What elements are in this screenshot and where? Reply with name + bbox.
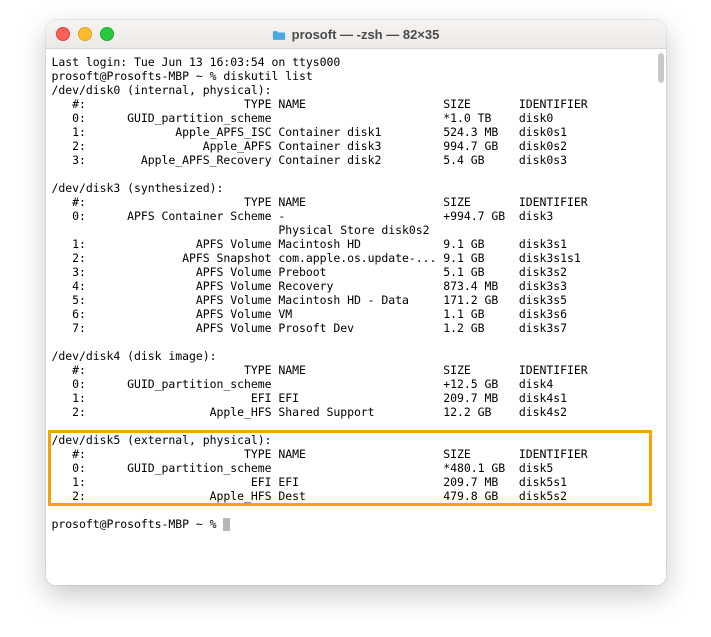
terminal-line: /dev/disk3 (synthesized): [52, 181, 224, 195]
terminal-line: Last login: Tue Jun 13 16:03:54 on ttys0… [52, 55, 341, 69]
terminal-line: 2: APFS Snapshot com.apple.os.update-...… [52, 251, 581, 265]
terminal-line: 6: APFS Volume VM 1.1 GB disk3s6 [52, 307, 568, 321]
terminal-line: /dev/disk0 (internal, physical): [52, 83, 272, 97]
terminal-line: /dev/disk5 (external, physical): [52, 433, 272, 447]
zoom-icon[interactable] [100, 27, 114, 41]
terminal-line: 0: GUID_partition_scheme *1.0 TB disk0 [52, 111, 554, 125]
terminal-line: 3: APFS Volume Preboot 5.1 GB disk3s2 [52, 265, 568, 279]
terminal-output: Last login: Tue Jun 13 16:03:54 on ttys0… [52, 55, 660, 531]
terminal-line: #: TYPE NAME SIZE IDENTIFIER [52, 447, 588, 461]
terminal-line: 5: APFS Volume Macintosh HD - Data 171.2… [52, 293, 568, 307]
terminal-line: #: TYPE NAME SIZE IDENTIFIER [52, 363, 588, 377]
close-icon[interactable] [56, 27, 70, 41]
cursor-icon [223, 518, 230, 531]
scrollbar[interactable] [658, 53, 664, 83]
terminal-line: 0: GUID_partition_scheme +12.5 GB disk4 [52, 377, 554, 391]
terminal-line: 2: Apple_APFS Container disk3 994.7 GB d… [52, 139, 568, 153]
terminal-line: #: TYPE NAME SIZE IDENTIFIER [52, 195, 588, 209]
terminal-line: 0: GUID_partition_scheme *480.1 GB disk5 [52, 461, 554, 475]
terminal-line: 0: APFS Container Scheme - +994.7 GB dis… [52, 209, 554, 223]
terminal-line: 3: Apple_APFS_Recovery Container disk2 5… [52, 153, 568, 167]
terminal-line: prosoft@Prosofts-MBP ~ % diskutil list [52, 69, 313, 83]
terminal-line: 1: APFS Volume Macintosh HD 9.1 GB disk3… [52, 237, 568, 251]
terminal-line: 2: Apple_HFS Shared Support 12.2 GB disk… [52, 405, 568, 419]
terminal-line: 2: Apple_HFS Dest 479.8 GB disk5s2 [52, 489, 568, 503]
terminal-line: 1: EFI EFI 209.7 MB disk5s1 [52, 475, 568, 489]
traffic-lights [56, 27, 114, 41]
minimize-icon[interactable] [78, 27, 92, 41]
folder-icon [272, 29, 286, 40]
window-title-text: prosoft — -zsh — 82×35 [292, 27, 440, 42]
terminal-line: /dev/disk4 (disk image): [52, 349, 217, 363]
titlebar[interactable]: prosoft — -zsh — 82×35 [46, 20, 666, 49]
terminal-line: Physical Store disk0s2 [52, 223, 519, 237]
window-title: prosoft — -zsh — 82×35 [46, 27, 666, 42]
terminal-line: 1: EFI EFI 209.7 MB disk4s1 [52, 391, 568, 405]
terminal-window: prosoft — -zsh — 82×35 Last login: Tue J… [46, 20, 666, 585]
terminal-line: 7: APFS Volume Prosoft Dev 1.2 GB disk3s… [52, 321, 568, 335]
terminal-line: prosoft@Prosofts-MBP ~ % [52, 517, 224, 531]
terminal-line: 1: Apple_APFS_ISC Container disk1 524.3 … [52, 125, 568, 139]
terminal-line: 4: APFS Volume Recovery 873.4 MB disk3s3 [52, 279, 568, 293]
terminal-line: #: TYPE NAME SIZE IDENTIFIER [52, 97, 588, 111]
terminal-content[interactable]: Last login: Tue Jun 13 16:03:54 on ttys0… [46, 49, 666, 585]
